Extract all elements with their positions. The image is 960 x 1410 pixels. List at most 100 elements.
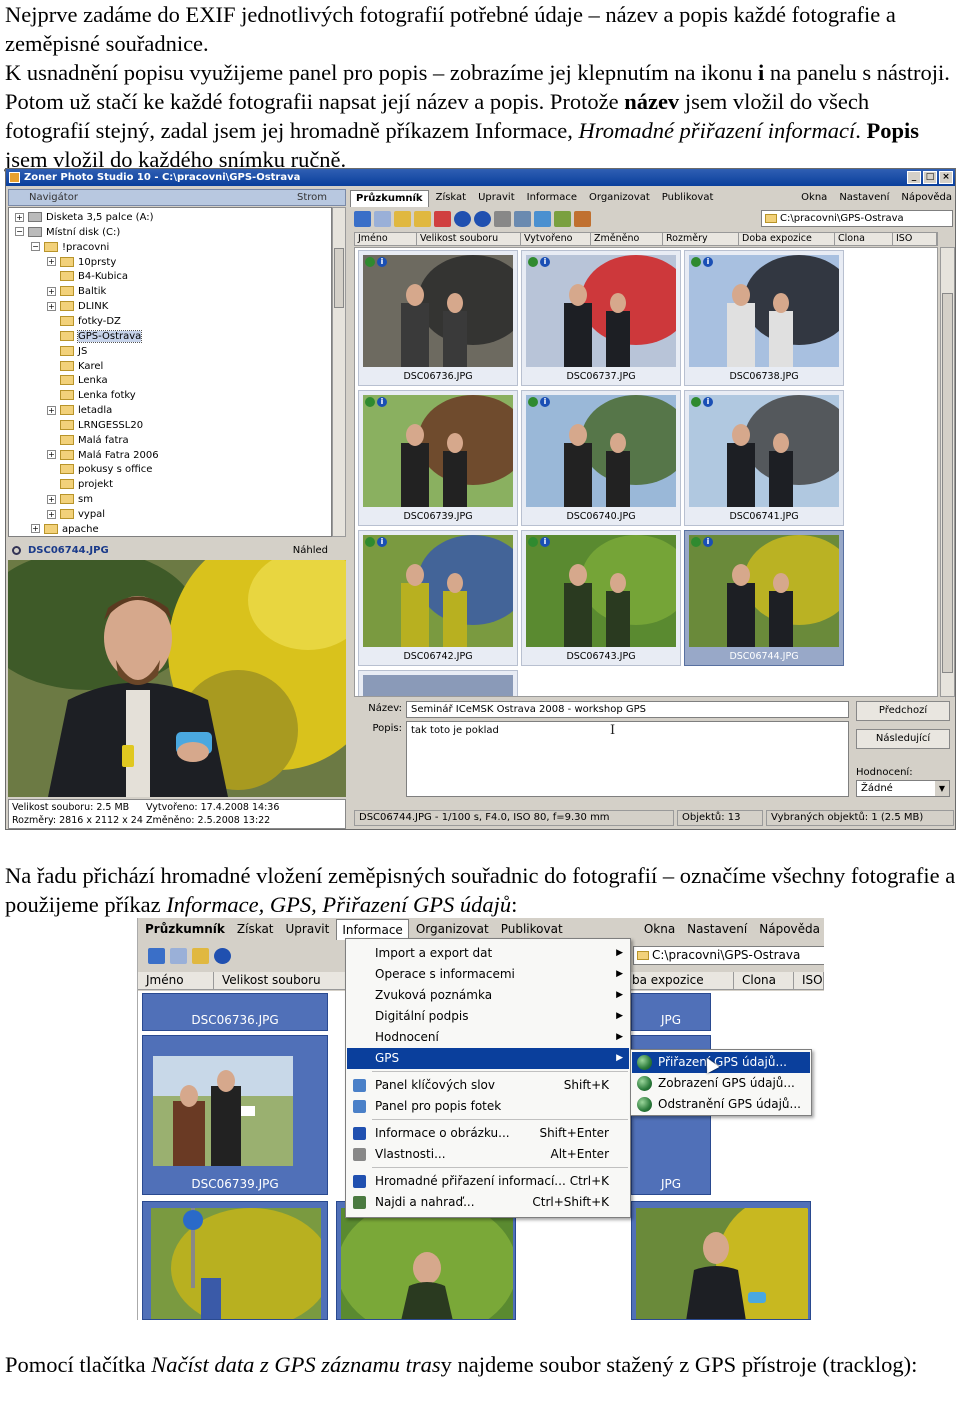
col-iso[interactable]: ISO <box>794 972 824 989</box>
expand-icon[interactable]: + <box>47 494 56 504</box>
tree-item[interactable]: Lenka fotky <box>47 388 136 403</box>
thumbnail-cell[interactable]: i DSC06744.JPG <box>684 530 844 666</box>
tree-item[interactable]: − Místní disk (C:) <box>15 225 120 240</box>
menu-ziskat[interactable]: Získat <box>232 919 279 939</box>
path-combobox[interactable]: C:\pracovni\GPS-Ostrava <box>761 210 953 227</box>
submenu-odstraneni-gps[interactable]: Odstranění GPS údajů... <box>632 1094 810 1115</box>
menu-informace[interactable]: Informace <box>522 190 582 206</box>
thumbnail-cell[interactable] <box>336 1201 516 1320</box>
folder-tree-scrollbar[interactable] <box>332 207 346 537</box>
col-zmeneno[interactable]: Změněno <box>591 233 663 245</box>
tree-item[interactable]: +10prsty <box>47 255 116 270</box>
menu-item[interactable]: Digitální podpis ▶ <box>347 1006 629 1027</box>
tree-item[interactable]: + apache <box>31 522 99 536</box>
previous-button[interactable]: Předchozí <box>856 701 950 721</box>
menu-pruzkumnik[interactable]: Průzkumník <box>350 189 429 207</box>
minimize-button[interactable]: _ <box>907 171 921 184</box>
back-icon[interactable] <box>354 211 371 227</box>
col-jmeno[interactable]: Jméno <box>138 972 214 989</box>
thumbnail-cell[interactable]: DSC06739.JPG <box>142 1035 328 1195</box>
submenu-prirazeni-gps[interactable]: Přiřazení GPS údajů... <box>632 1052 810 1073</box>
menu-publikovat[interactable]: Publikovat <box>496 919 568 939</box>
menu-item[interactable]: Panel pro popis fotek <box>347 1096 629 1117</box>
thumbnail-cell[interactable] <box>358 670 518 696</box>
k-icon[interactable] <box>454 211 471 227</box>
menu-upravit[interactable]: Upravit <box>281 919 335 939</box>
col-iso[interactable]: ISO <box>893 233 937 245</box>
forward-icon[interactable] <box>374 211 391 227</box>
col-doba-expozice[interactable]: Doba expozice <box>739 233 835 245</box>
sort-icon[interactable] <box>494 211 511 227</box>
col-doba-expozice[interactable]: ba expozice <box>624 972 734 989</box>
tree-item[interactable]: pokusy s office <box>47 462 152 477</box>
folder-up-icon[interactable] <box>192 948 209 964</box>
tree-item[interactable]: + Baltik <box>47 284 106 299</box>
thumbnail-cell[interactable]: i DSC06738.JPG <box>684 250 844 386</box>
thumbnail-cell[interactable]: i DSC06737.JPG <box>521 250 681 386</box>
thumbnail-grid-scrollbar[interactable] <box>940 247 955 697</box>
menu-nastaveni[interactable]: Nastavení <box>682 919 752 939</box>
tree-item[interactable]: fotky-DZ <box>47 314 121 329</box>
tree-item[interactable]: + vypal <box>47 507 105 522</box>
info-i-icon[interactable] <box>474 211 491 227</box>
menu-item[interactable]: GPS ▶ <box>347 1048 629 1069</box>
navigator-view-select[interactable]: Strom <box>297 190 327 205</box>
menu-item[interactable]: Informace o obrázku... Shift+Enter <box>347 1123 629 1144</box>
tree-item[interactable]: + Disketa 3,5 palce (A:) <box>15 210 154 225</box>
tree-item[interactable]: JS <box>47 344 87 359</box>
col-clona[interactable]: Clona <box>835 233 893 245</box>
menu-item[interactable]: Hromadné přiřazení informací... Ctrl+K <box>347 1171 629 1192</box>
menu-nastaveni[interactable]: Nastavení <box>834 190 894 206</box>
menu-okna[interactable]: Okna <box>639 919 680 939</box>
thumbnail-cell[interactable]: i DSC06741.JPG <box>684 390 844 526</box>
menu-item[interactable]: Vlastnosti... Alt+Enter <box>347 1144 629 1165</box>
thumbnail-cell[interactable] <box>142 1201 328 1320</box>
menu-okna[interactable]: Okna <box>796 190 832 206</box>
menu-publikovat[interactable]: Publikovat <box>657 190 719 206</box>
thumbnail-cell[interactable]: DSC06736.JPG <box>142 993 328 1031</box>
tree-item[interactable]: Malá fatra <box>47 433 129 448</box>
thumbnail-cell[interactable]: i DSC06742.JPG <box>358 530 518 666</box>
menu-informace[interactable]: Informace <box>336 918 409 940</box>
expand-icon[interactable]: + <box>15 212 24 222</box>
menu-organizovat[interactable]: Organizovat <box>411 919 494 939</box>
tree-item[interactable]: + sm <box>47 492 93 507</box>
menu-item[interactable]: Import a export dat ▶ <box>347 943 629 964</box>
thumbnail-cell[interactable]: i DSC06743.JPG <box>521 530 681 666</box>
menu-item[interactable]: Najdi a nahraď... Ctrl+Shift+K <box>347 1192 629 1213</box>
expand-icon[interactable]: + <box>47 286 56 296</box>
menu-napoveda[interactable]: Nápověda <box>754 919 824 939</box>
tree-item[interactable]: Lenka <box>47 373 108 388</box>
next-button[interactable]: Následující <box>856 729 950 749</box>
col-clona[interactable]: Clona <box>734 972 794 989</box>
col-velikost[interactable]: Velikost souboru <box>417 233 521 245</box>
maximize-button[interactable]: □ <box>923 171 937 184</box>
menu-organizovat[interactable]: Organizovat <box>584 190 655 206</box>
copy-icon[interactable] <box>574 211 591 227</box>
menu-item[interactable]: Zvuková poznámka ▶ <box>347 985 629 1006</box>
delete-icon[interactable] <box>434 211 451 227</box>
tree-item[interactable]: projekt <box>47 477 113 492</box>
thumbnail-cell[interactable]: i DSC06736.JPG <box>358 250 518 386</box>
tree-item[interactable]: GPS-Ostrava <box>47 329 143 344</box>
menu-item[interactable]: Panel klíčových slov Shift+K <box>347 1075 629 1096</box>
back-icon[interactable] <box>148 948 165 964</box>
collapse-icon[interactable]: − <box>15 227 24 237</box>
filter-icon[interactable] <box>554 211 571 227</box>
view-mode-icon[interactable] <box>514 211 531 227</box>
menu-item[interactable]: Operace s informacemi ▶ <box>347 964 629 985</box>
tree-item[interactable]: B4-Kubica <box>47 269 128 284</box>
popis-textarea[interactable]: tak toto je poklad <box>406 721 849 797</box>
tree-item[interactable]: Karel <box>47 359 103 374</box>
thumb-size-icon[interactable] <box>534 211 551 227</box>
collapse-icon[interactable]: − <box>31 242 40 252</box>
expand-icon[interactable]: + <box>47 509 56 519</box>
tree-item[interactable]: + letadla <box>47 403 112 418</box>
menu-upravit[interactable]: Upravit <box>473 190 520 206</box>
folder-tree[interactable]: + Disketa 3,5 palce (A:) − Místní disk (C:)… <box>8 207 332 537</box>
thumbnail-cell[interactable]: JPG <box>631 993 711 1031</box>
expand-icon[interactable]: + <box>31 524 40 534</box>
thumbnail-cell[interactable]: i DSC06739.JPG <box>358 390 518 526</box>
tree-item[interactable]: − !pracovni <box>31 240 109 255</box>
expand-icon[interactable]: + <box>47 405 56 415</box>
